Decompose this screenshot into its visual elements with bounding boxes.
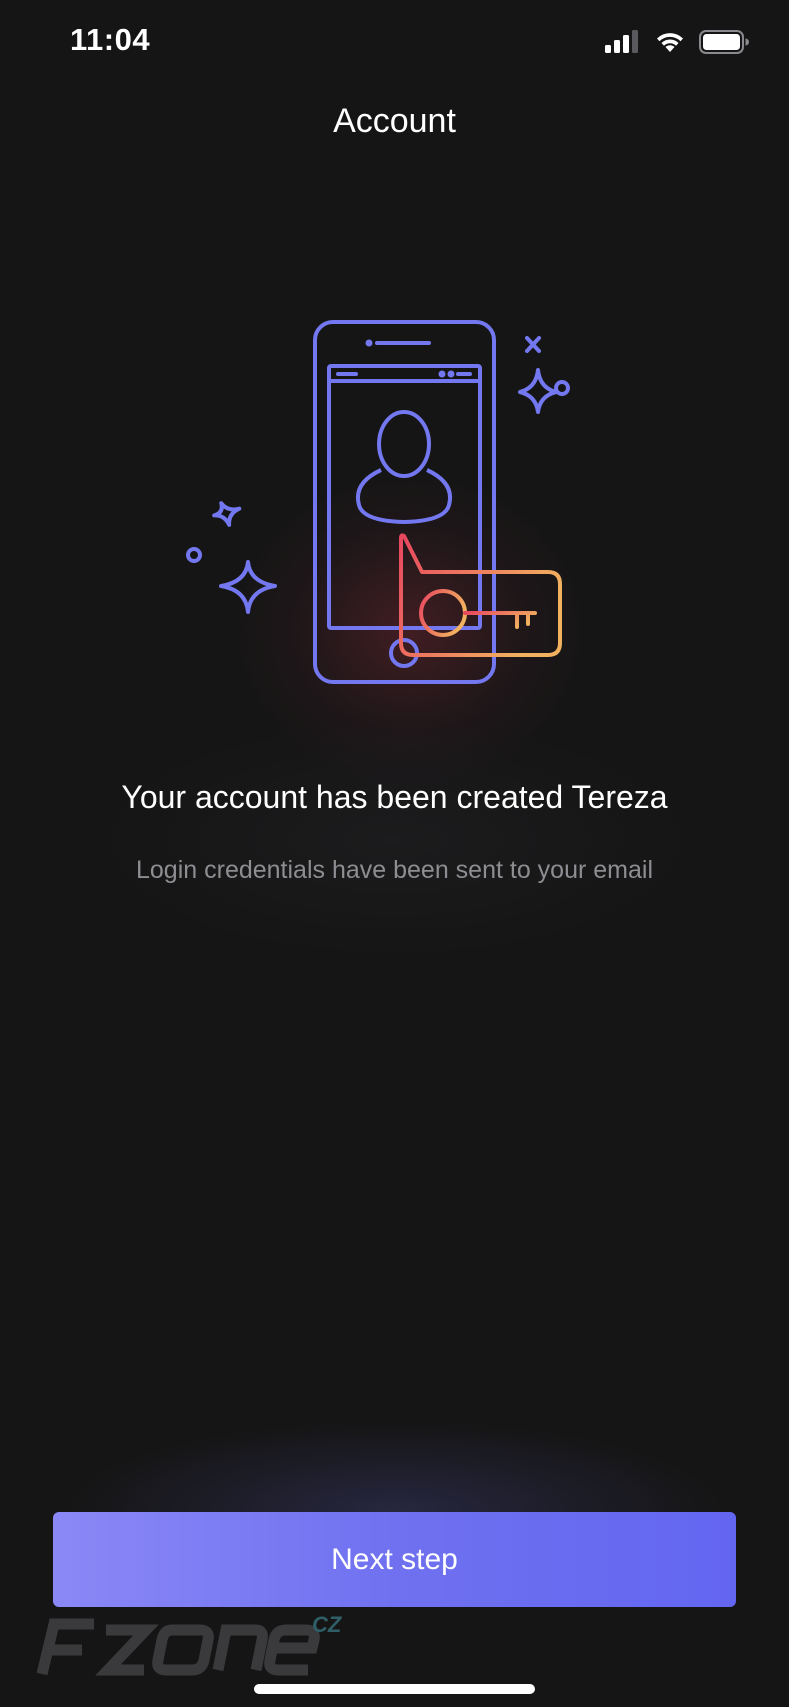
watermark-suffix: CZ — [312, 1612, 343, 1637]
wifi-icon — [657, 33, 683, 52]
account-created-screen: 11:04 Account Your account has been crea… — [0, 0, 789, 1707]
cellular-signal-icon — [605, 30, 638, 53]
success-headline: Your account has been created Tereza — [121, 779, 668, 815]
fzone-watermark-logo: CZ — [36, 1612, 343, 1676]
account-created-illustration — [186, 320, 570, 684]
status-icons — [605, 30, 749, 54]
message-glow — [90, 720, 700, 960]
battery-icon — [699, 30, 749, 54]
success-subline: Login credentials have been sent to your… — [136, 856, 653, 884]
next-step-button[interactable]: Next step — [53, 1512, 736, 1607]
status-time: 11:04 — [70, 22, 151, 57]
page-title: Account — [333, 102, 456, 140]
home-indicator[interactable] — [254, 1684, 535, 1694]
phone-icon — [313, 320, 496, 684]
user-icon — [356, 410, 452, 524]
status-bar: 11:04 — [0, 0, 789, 88]
